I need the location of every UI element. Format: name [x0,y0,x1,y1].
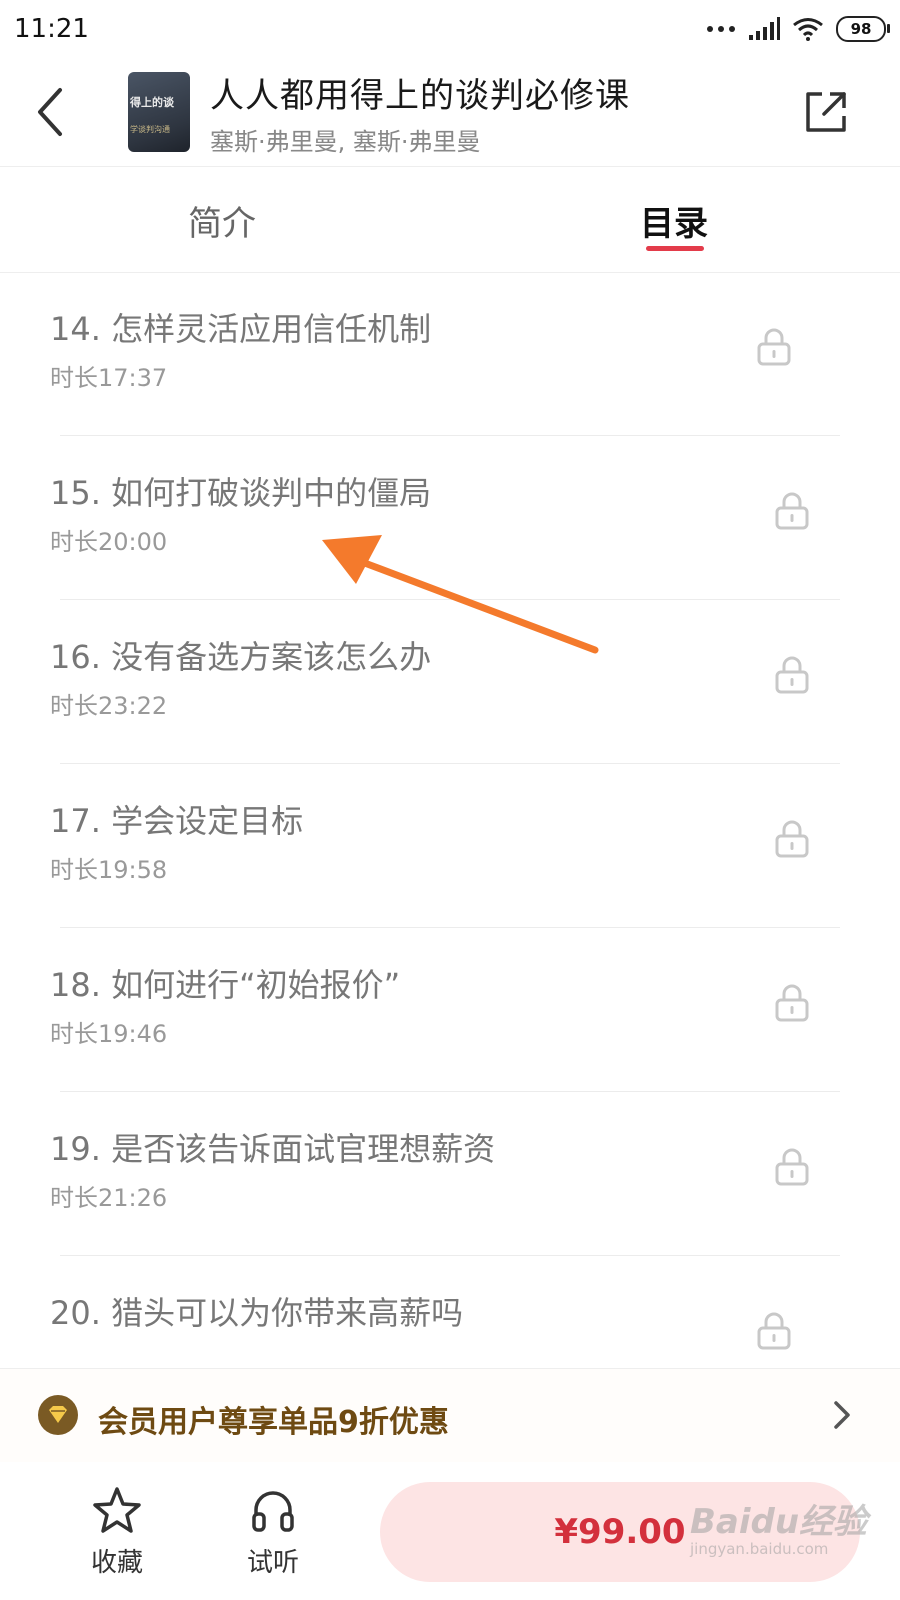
lock-icon [775,1148,809,1186]
chapter-item[interactable]: 15. 如何打破谈判中的僵局 时长20:00 [0,436,900,600]
member-promo-banner[interactable]: 会员用户尊享单品9折优惠 [0,1368,900,1464]
headphones-icon [252,1491,294,1532]
chapter-item[interactable]: 19. 是否该告诉面试官理想薪资 时长21:26 [0,1092,900,1256]
chapter-duration: 时长23:22 [50,692,168,720]
buy-price: ¥99.00 [554,1512,686,1552]
chapter-item[interactable]: 18. 如何进行“初始报价” 时长19:46 [0,928,900,1092]
tab-intro[interactable]: 简介 [188,196,256,245]
battery-level: 98 [850,20,872,38]
book-cover: 得上的谈 学谈判沟通 [128,72,190,152]
chapter-duration: 时长17:37 [50,364,168,392]
listen-label: 试听 [246,1548,299,1578]
chapter-duration: 时长19:58 [50,856,168,884]
watermark-text: Baidu经验 [690,1502,868,1542]
signal-icon [749,17,780,40]
status-icons: 98 [706,16,890,42]
chapter-duration: 时长20:00 [50,528,168,556]
watermark-url: jingyan.baidu.com [690,1540,829,1558]
battery-indicator: 98 [836,16,890,42]
chapter-title: 18. 如何进行“初始报价” [50,966,401,1004]
chapter-title: 15. 如何打破谈判中的僵局 [50,474,432,512]
chapter-title: 17. 学会设定目标 [50,802,304,840]
favorite-label: 收藏 [90,1548,143,1578]
chapter-title: 20. 猎头可以为你带来高薪吗 [50,1294,464,1332]
star-icon [93,1487,141,1533]
chapter-duration: 时长19:46 [50,1020,168,1048]
chapter-title: 14. 怎样灵活应用信任机制 [50,310,432,348]
favorite-button[interactable]: 收藏 [72,1486,162,1579]
tab-bar: 简介 目录 [0,166,900,273]
chapter-item[interactable]: 16. 没有备选方案该怎么办 时长23:22 [0,600,900,764]
cover-subtitle-text: 学谈判沟通 [130,125,170,134]
back-arrow-icon[interactable] [30,82,74,142]
vip-diamond-icon [38,1395,78,1435]
chapter-item[interactable]: 17. 学会设定目标 时长19:58 [0,764,900,928]
lock-icon [775,820,809,858]
tab-catalog[interactable]: 目录 [640,196,708,245]
chapter-title: 16. 没有备选方案该怎么办 [50,638,432,676]
chapter-item[interactable]: 20. 猎头可以为你带来高薪吗 [0,1256,900,1368]
cover-title-text: 得上的谈 [130,96,174,109]
lock-icon [775,656,809,694]
chapter-title: 19. 是否该告诉面试官理想薪资 [50,1130,496,1168]
more-dots-icon [707,26,735,32]
lock-icon [757,328,791,366]
status-time: 11:21 [14,14,89,44]
header: 得上的谈 学谈判沟通 人人都用得上的谈判必修课 塞斯·弗里曼, 塞斯·弗里曼 [0,60,900,167]
chapter-list[interactable]: 14. 怎样灵活应用信任机制 时长17:37 15. 如何打破谈判中的僵局 时长… [0,272,900,1368]
preview-listen-button[interactable]: 试听 [228,1486,318,1579]
promo-text: 会员用户尊享单品9折优惠 [98,1405,449,1440]
lock-icon [775,492,809,530]
share-icon[interactable] [802,88,850,136]
chevron-right-icon[interactable] [830,1399,854,1431]
lock-icon [757,1312,791,1350]
chapter-duration: 时长21:26 [50,1184,168,1212]
chapter-item[interactable]: 14. 怎样灵活应用信任机制 时长17:37 [0,272,900,436]
status-bar: 11:21 98 [0,0,900,60]
book-author: 塞斯·弗里曼, 塞斯·弗里曼 [210,128,481,156]
active-tab-indicator [646,246,704,251]
wifi-icon [793,18,823,41]
book-title: 人人都用得上的谈判必修课 [210,76,630,116]
lock-icon [775,984,809,1022]
